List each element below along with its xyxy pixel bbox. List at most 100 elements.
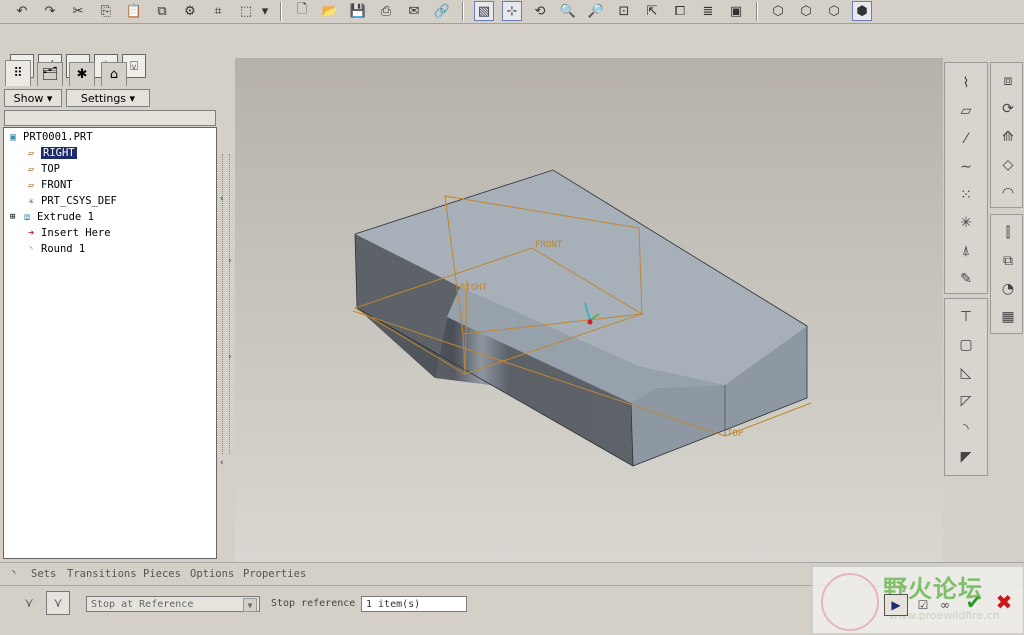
collapse-icon[interactable]: ‹ (220, 194, 224, 204)
spin-center-icon[interactable]: ⊹ (502, 1, 522, 21)
orient-icon[interactable]: ⟲ (530, 1, 550, 21)
tree-filter-field[interactable] (4, 110, 216, 126)
graphics-window[interactable]: FRONT RIGHT TOP (235, 58, 943, 562)
zoom-in-icon[interactable]: 🔍 (558, 1, 578, 21)
tab-pieces[interactable]: Pieces (143, 568, 181, 580)
set-mode-icon[interactable]: ⋎ (18, 593, 40, 613)
email-icon[interactable]: ✉ (404, 1, 424, 21)
analysis-icon[interactable]: ⍋ (951, 239, 981, 263)
settings-menu-label: Settings (80, 91, 127, 105)
select-box-icon[interactable]: ⬚ (236, 1, 256, 21)
tab-model-tree[interactable]: ⠿ (5, 60, 31, 86)
csys-tool-icon[interactable]: ✳ (951, 211, 981, 235)
tree-item-extrude[interactable]: ⊞ ⧈ Extrude 1 (10, 209, 94, 225)
trim-icon[interactable]: ◔ (993, 277, 1023, 301)
shell-icon[interactable]: ▢ (951, 333, 981, 357)
datum-plane-icon[interactable]: ▱ (951, 99, 981, 123)
preview-glasses-icon[interactable]: ∞ (934, 594, 956, 616)
tab-properties[interactable]: Properties (243, 568, 306, 580)
accept-icon[interactable]: ✔ (962, 590, 986, 614)
find-icon[interactable]: ⌗ (208, 1, 228, 21)
transition-mode-icon[interactable]: ⋎ (46, 591, 70, 615)
tab-sets-label: Sets (31, 568, 57, 580)
verify-icon[interactable]: ☑ (912, 594, 934, 616)
tree-root[interactable]: ▣ PRT0001.PRT (6, 129, 93, 145)
show-menu-label: Show (13, 91, 44, 105)
no-hidden-icon[interactable]: ⬡ (824, 1, 844, 21)
repaint-icon[interactable]: ▧ (474, 1, 494, 21)
reorient-icon[interactable]: ⇱ (642, 1, 662, 21)
tree-item-front[interactable]: ▱ FRONT (24, 177, 73, 193)
expand-panel-icon[interactable]: › (228, 256, 232, 266)
expand-icon[interactable]: ⊞ (10, 212, 20, 222)
settings-menu[interactable]: Settings ▾ (66, 89, 150, 107)
cut-icon[interactable]: ✂ (68, 1, 88, 21)
tab-transitions-label: Transitions (67, 568, 137, 580)
tab-transitions[interactable]: Transitions (67, 568, 137, 580)
tab-connections[interactable]: ⌂ (101, 62, 127, 86)
boundary-blend-icon[interactable]: ◇ (993, 153, 1023, 177)
sketch-icon[interactable]: ✎ (951, 267, 981, 291)
save-icon[interactable]: 💾 (348, 1, 368, 21)
cancel-icon[interactable]: ✖ (992, 590, 1016, 614)
tree-item-insert-here[interactable]: ➜ Insert Here (24, 225, 111, 241)
tree-item-label: Extrude 1 (37, 211, 94, 223)
variable-sweep-icon[interactable]: ⟰ (993, 125, 1023, 149)
sketched-datum-icon[interactable]: ⌇ (951, 71, 981, 95)
rib-icon[interactable]: ◺ (951, 361, 981, 385)
select-dropdown-icon[interactable]: ▾ (260, 1, 270, 21)
chamfer-icon[interactable]: ◤ (951, 445, 981, 469)
tab-favorites[interactable]: ✱ (69, 62, 95, 86)
tree-item-csys[interactable]: ✳ PRT_CSYS_DEF (24, 193, 117, 209)
merge-icon[interactable]: ⧉ (993, 249, 1023, 273)
redo-icon[interactable]: ↷ (40, 1, 60, 21)
email-link-icon[interactable]: 🔗 (432, 1, 452, 21)
revolve-icon[interactable]: ⟳ (993, 97, 1023, 121)
draft-icon[interactable]: ◸ (951, 389, 981, 413)
open-icon[interactable]: 📂 (320, 1, 340, 21)
stop-reference-collector[interactable]: 1 item(s) (361, 596, 467, 612)
main-toolbar: ↶ ↷ ✂ ⎘ 📋 ⧉ ⚙ ⌗ ⬚ ▾ 🗋 📂 💾 ⎙ ✉ 🔗 ▧ ⊹ ⟲ 🔍 … (0, 0, 1024, 24)
copy-icon[interactable]: ⎘ (96, 1, 116, 21)
collapse-icon[interactable]: ‹ (220, 458, 224, 468)
view-manager-icon[interactable]: ▣ (726, 1, 746, 21)
tab-sets[interactable]: Sets (31, 568, 56, 580)
paste-icon[interactable]: 📋 (124, 1, 144, 21)
pattern-icon[interactable]: ▦ (993, 305, 1023, 329)
tree-item-right[interactable]: ▱ RIGHT (24, 145, 77, 161)
print-icon[interactable]: ⎙ (376, 1, 396, 21)
stop-mode-select[interactable]: Stop at Reference ▼ (86, 596, 260, 612)
paste-special-icon[interactable]: ⧉ (152, 1, 172, 21)
style-icon[interactable]: ◠ (993, 181, 1023, 205)
mirror-icon[interactable]: ⫿ (993, 221, 1023, 245)
tree-item-label: FRONT (41, 179, 73, 191)
datum-point-icon[interactable]: ⁙ (951, 183, 981, 207)
datum-display-toolbar: ▱ ⁄ ⁙ ✳ ⍌ (0, 24, 160, 78)
undo-icon[interactable]: ↶ (12, 1, 32, 21)
tree-item-round[interactable]: ◝ Round 1 (24, 241, 85, 257)
show-menu[interactable]: Show ▾ (4, 89, 62, 107)
datum-curve-icon[interactable]: ∼ (951, 155, 981, 179)
pause-resume-icon[interactable]: ▶ (884, 594, 908, 616)
zoom-out-icon[interactable]: 🔎 (586, 1, 606, 21)
tab-folder-browser[interactable]: 🗂 (37, 62, 63, 86)
hidden-line-icon[interactable]: ⬡ (796, 1, 816, 21)
hole-icon[interactable]: ⊤ (951, 305, 981, 329)
wireframe-icon[interactable]: ⬡ (768, 1, 788, 21)
tab-options[interactable]: Options (190, 568, 234, 580)
round-tool-icon[interactable]: ◝ (951, 417, 981, 441)
shading-icon[interactable]: ⬢ (852, 1, 872, 21)
expand-panel-icon[interactable]: › (228, 352, 232, 362)
datum-axis-icon[interactable]: ⁄ (951, 127, 981, 151)
chevron-down-icon[interactable]: ▼ (243, 598, 257, 612)
refit-icon[interactable]: ⊡ (614, 1, 634, 21)
saved-views-icon[interactable]: ⧠ (670, 1, 690, 21)
tree-item-top[interactable]: ▱ TOP (24, 161, 60, 177)
regenerate-icon[interactable]: ⚙ (180, 1, 200, 21)
layers-icon[interactable]: ≣ (698, 1, 718, 21)
extrude-tool-icon[interactable]: ⧈ (993, 69, 1023, 93)
new-icon[interactable]: 🗋 (292, 1, 312, 21)
panel-sash[interactable]: ‹ › › ‹ (219, 58, 233, 562)
round-icon: ◝ (27, 243, 35, 255)
tab-pieces-label: Pieces (143, 568, 181, 580)
